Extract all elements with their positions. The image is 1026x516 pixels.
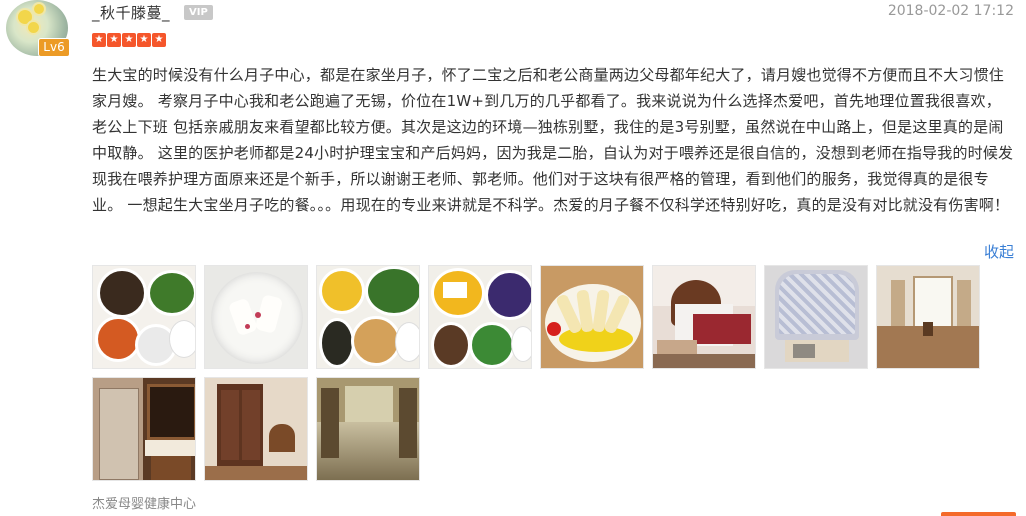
shop-name[interactable]: 杰爱母婴健康中心 [92,493,196,512]
photo-plated-dish[interactable] [540,265,644,369]
photo-meal-dishes-3[interactable] [428,265,532,369]
star-icon: ★ [122,33,136,47]
photo-soup-bowl[interactable] [204,265,308,369]
action-button-edge[interactable] [941,512,1016,516]
star-icon: ★ [152,33,166,47]
star-icon: ★ [92,33,106,47]
username[interactable]: _秋千滕蔓_ [92,2,170,23]
photo-bathroom[interactable] [92,377,196,481]
star-rating: ★ ★ ★ ★ ★ [92,33,166,47]
avatar-flower [34,4,44,14]
photo-hallway-window[interactable] [876,265,980,369]
level-badge: Lv6 [38,38,70,57]
vip-badge: VIP [184,5,213,20]
photo-meal-dishes-1[interactable] [92,265,196,369]
collapse-link[interactable]: 收起 [984,241,1014,262]
photo-meal-dishes-2[interactable] [316,265,420,369]
star-icon: ★ [137,33,151,47]
star-icon: ★ [107,33,121,47]
review-text: 生大宝的时候没有什么月子中心，都是在家坐月子，怀了二宝之后和老公商量两边父母都年… [92,66,1014,214]
photo-bedroom[interactable] [652,265,756,369]
photo-crib[interactable] [764,265,868,369]
avatar-flower [28,22,39,33]
photo-villa-corridor[interactable] [316,377,420,481]
photo-wardrobe[interactable] [204,377,308,481]
review-date: 2018-02-02 17:12 [887,3,1014,19]
